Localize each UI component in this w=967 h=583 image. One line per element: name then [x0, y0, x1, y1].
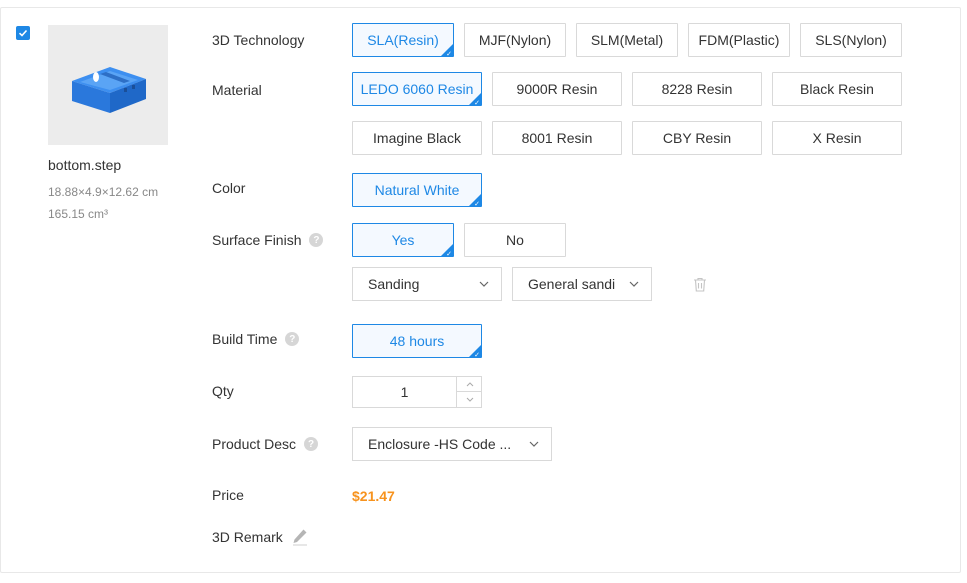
quantity-input[interactable]: 1 [353, 377, 456, 407]
select-part-checkbox[interactable] [16, 26, 30, 40]
part-3d-model-image [72, 67, 146, 113]
remark-label-text: 3D Remark [212, 529, 283, 545]
tech-option-fdm[interactable]: FDM(Plastic) [688, 23, 790, 57]
product-desc-select[interactable]: Enclosure -HS Code ... [352, 427, 552, 461]
material-option-9000r[interactable]: 9000R Resin [492, 72, 622, 106]
edit-pencil-icon[interactable] [292, 528, 308, 546]
chevron-down-icon [479, 281, 489, 287]
finish-detail-select[interactable]: General sandi [512, 267, 652, 301]
finish-detail-value: General sandi [528, 276, 616, 292]
material-label: Material [212, 82, 262, 98]
finish-method-select[interactable]: Sanding [352, 267, 502, 301]
price-value: $21.47 [352, 488, 395, 504]
finish-method-value: Sanding [368, 276, 420, 292]
material-option-x[interactable]: X Resin [772, 121, 902, 155]
surface-finish-label-text: Surface Finish [212, 232, 302, 248]
material-option-imagine-black[interactable]: Imagine Black [352, 121, 482, 155]
material-option-cby[interactable]: CBY Resin [632, 121, 762, 155]
build-time-label-text: Build Time [212, 331, 278, 347]
build-time-option-48h[interactable]: 48 hours [352, 324, 482, 358]
material-option-ledo-6060[interactable]: LEDO 6060 Resin [352, 72, 482, 106]
product-desc-value: Enclosure -HS Code ... [368, 436, 512, 452]
color-label: Color [212, 180, 245, 196]
material-option-black[interactable]: Black Resin [772, 72, 902, 106]
chevron-down-icon [529, 441, 539, 447]
technology-label-text: 3D Technology [212, 32, 305, 48]
surface-finish-no[interactable]: No [464, 223, 566, 257]
help-icon[interactable]: ? [304, 437, 319, 451]
quantity-increase-button[interactable] [456, 377, 482, 392]
technology-label: 3D Technology [212, 32, 304, 48]
material-option-8228[interactable]: 8228 Resin [632, 72, 762, 106]
remark-label: 3D Remark [212, 529, 283, 545]
quantity-decrease-button[interactable] [456, 392, 482, 407]
chevron-down-icon [466, 397, 473, 402]
part-filename: bottom.step [48, 157, 122, 173]
material-label-text: Material [212, 82, 262, 98]
help-icon[interactable]: ? [309, 233, 324, 247]
quantity-stepper[interactable]: 1 [352, 376, 482, 408]
chevron-down-icon [629, 281, 639, 287]
surface-finish-label: Surface Finish ? [212, 232, 324, 248]
part-thumbnail[interactable] [48, 25, 168, 145]
help-icon[interactable]: ? [285, 332, 300, 346]
surface-finish-yes[interactable]: Yes [352, 223, 454, 257]
chevron-up-icon [466, 382, 473, 387]
qty-label-text: Qty [212, 383, 234, 399]
price-label-text: Price [212, 487, 244, 503]
tech-option-sla[interactable]: SLA(Resin) [352, 23, 454, 57]
tech-option-mjf[interactable]: MJF(Nylon) [464, 23, 566, 57]
build-time-label: Build Time ? [212, 331, 300, 347]
part-dimensions: 18.88×4.9×12.62 cm [48, 185, 159, 199]
product-desc-label-text: Product Desc [212, 436, 297, 452]
price-label: Price [212, 487, 244, 503]
material-option-8001[interactable]: 8001 Resin [492, 121, 622, 155]
color-label-text: Color [212, 180, 246, 196]
tech-option-slm[interactable]: SLM(Metal) [576, 23, 678, 57]
checkmark-icon [18, 29, 28, 37]
qty-label: Qty [212, 383, 234, 399]
tech-option-sls[interactable]: SLS(Nylon) [800, 23, 902, 57]
product-desc-label: Product Desc ? [212, 436, 319, 452]
color-option-natural-white[interactable]: Natural White [352, 173, 482, 207]
trash-icon[interactable] [693, 277, 707, 292]
part-volume: 165.15 cm³ [48, 207, 109, 221]
